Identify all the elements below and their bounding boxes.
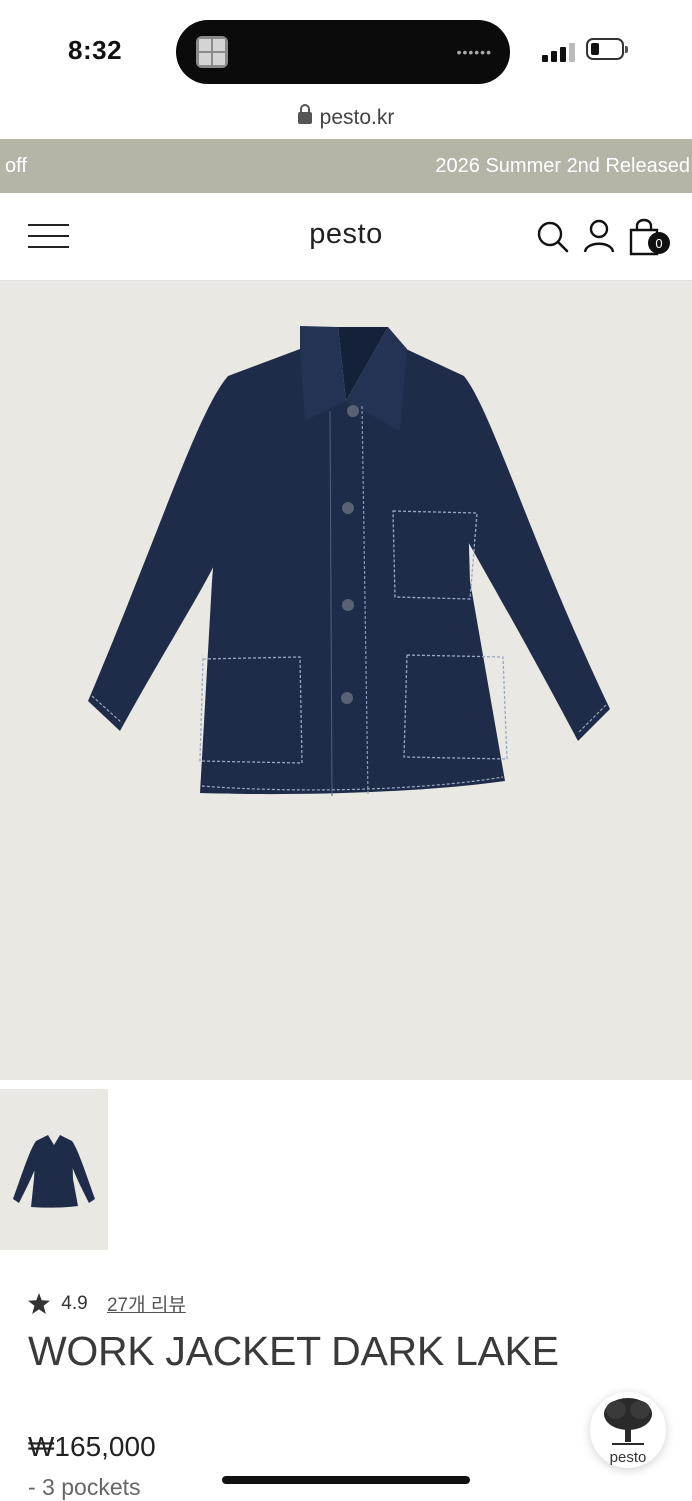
rating-score: 4.9 bbox=[61, 1292, 88, 1314]
jacket-illustration bbox=[88, 326, 610, 797]
cart-icon[interactable]: 0 bbox=[628, 216, 674, 256]
now-playing-thumbnail bbox=[196, 36, 228, 68]
promo-banner[interactable]: off 2026 Summer 2nd Released bbox=[0, 139, 692, 193]
status-bar: 8:32 •••••• pesto.kr bbox=[0, 0, 692, 129]
jacket-thumbnail-illustration bbox=[13, 1135, 95, 1208]
product-description: - 3 pockets bbox=[28, 1474, 141, 1500]
audio-wave-icon: •••••• bbox=[456, 44, 492, 60]
product-main-image[interactable] bbox=[0, 281, 692, 1080]
reviews-link[interactable]: 27개 리뷰 bbox=[107, 1295, 186, 1316]
chat-widget-label: pesto bbox=[609, 1449, 647, 1466]
cart-count: 0 bbox=[655, 236, 662, 251]
product-rating: 4.9 27개 리뷰 bbox=[28, 1290, 186, 1317]
account-icon[interactable] bbox=[582, 216, 618, 256]
site-header: pesto 0 bbox=[0, 194, 692, 281]
battery-icon bbox=[586, 38, 628, 60]
tree-logo-icon bbox=[604, 1398, 652, 1445]
status-time: 8:32 bbox=[68, 35, 123, 65]
chat-widget-button[interactable]: pesto bbox=[590, 1392, 666, 1468]
star-icon bbox=[28, 1293, 50, 1314]
product-price: ₩165,000 bbox=[28, 1431, 156, 1462]
home-indicator[interactable] bbox=[222, 1476, 470, 1484]
product-title: WORK JACKET DARK LAKE bbox=[28, 1328, 559, 1374]
url-text: pesto.kr bbox=[319, 106, 395, 129]
dynamic-island: •••••• bbox=[176, 20, 510, 84]
promo-text-right: 2026 Summer 2nd Released bbox=[435, 155, 690, 177]
search-icon[interactable] bbox=[535, 216, 571, 256]
product-thumbnail[interactable] bbox=[0, 1089, 108, 1250]
signal-icon bbox=[542, 40, 576, 62]
lock-icon bbox=[297, 104, 312, 124]
promo-text-left: off bbox=[5, 155, 27, 177]
url-bar[interactable]: pesto.kr bbox=[0, 104, 692, 130]
